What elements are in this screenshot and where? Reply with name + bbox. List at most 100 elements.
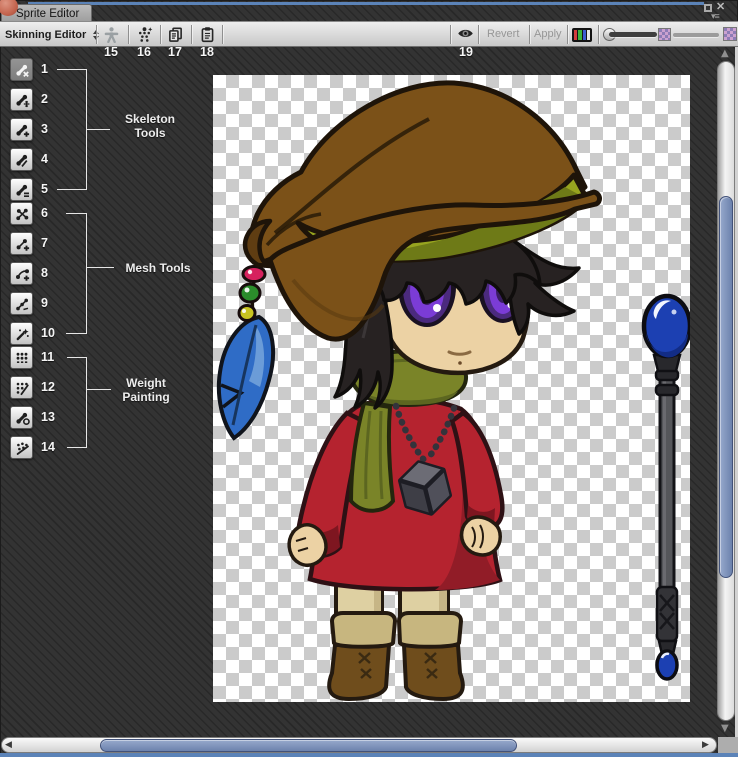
annotation-number: 9 bbox=[41, 296, 48, 310]
tool-button-edit-joints[interactable] bbox=[10, 88, 33, 111]
mip-large-icon bbox=[723, 27, 737, 41]
eye-icon bbox=[457, 26, 474, 43]
annotation-bracket bbox=[57, 69, 87, 190]
weight-brush-icon bbox=[14, 410, 30, 426]
annotation-number: 1 bbox=[41, 62, 48, 76]
create-bone-icon bbox=[14, 122, 30, 138]
tool-button-bone-influence[interactable] bbox=[10, 436, 33, 459]
annotation-number: 16 bbox=[133, 45, 155, 59]
edit-joints-icon bbox=[14, 92, 30, 108]
toolbar-separator bbox=[128, 25, 129, 44]
tool-button-auto-geometry[interactable] bbox=[10, 322, 33, 345]
focus-accent-line bbox=[28, 2, 704, 5]
toolbar-separator bbox=[222, 25, 223, 44]
dress bbox=[298, 399, 502, 590]
split-edge-icon bbox=[14, 296, 30, 312]
sprite-editor-window: Sprite Editor ✕ ▾≡ Skinning Editor Rever… bbox=[0, 0, 738, 757]
zoom-slider-track[interactable] bbox=[609, 32, 657, 37]
annotation-number: 14 bbox=[41, 440, 55, 454]
annotation-number: 7 bbox=[41, 236, 48, 250]
paste-icon bbox=[199, 26, 216, 43]
annotation-number: 3 bbox=[41, 122, 48, 136]
annotation-number: 13 bbox=[41, 410, 55, 424]
tool-button-reparent-bone[interactable] bbox=[10, 178, 33, 201]
toolbar-separator bbox=[529, 25, 530, 44]
annotation-bracket-stub bbox=[87, 267, 114, 268]
tool-button-create-edge[interactable] bbox=[10, 262, 33, 285]
create-edge-icon bbox=[14, 266, 30, 282]
tool-group-label: Mesh Tools bbox=[114, 261, 202, 275]
mode-dropdown[interactable]: Skinning Editor bbox=[5, 26, 99, 43]
visibility-eye-button[interactable] bbox=[456, 26, 474, 43]
canvas-viewport[interactable] bbox=[213, 75, 690, 702]
annotation-number: 8 bbox=[41, 266, 48, 280]
generate-skin-button[interactable] bbox=[135, 26, 153, 43]
rgb-alpha-toggle-button[interactable] bbox=[572, 28, 592, 42]
window-title: Sprite Editor bbox=[16, 8, 79, 20]
tool-button-weight-slider[interactable] bbox=[10, 376, 33, 399]
toolbar-separator bbox=[598, 25, 599, 44]
copy-icon bbox=[167, 26, 184, 43]
paste-button[interactable] bbox=[198, 26, 216, 43]
scroll-left-icon[interactable]: ◀ bbox=[5, 740, 12, 750]
annotation-number: 2 bbox=[41, 92, 48, 106]
toolbar: Skinning Editor Revert Apply bbox=[0, 21, 738, 47]
mip-slider-track[interactable] bbox=[673, 33, 719, 37]
auto-weights-icon bbox=[14, 350, 30, 366]
annotation-number: 17 bbox=[164, 45, 186, 59]
auto-geometry-icon bbox=[14, 326, 30, 342]
annotation-number: 5 bbox=[41, 182, 48, 196]
tool-button-create-vertex[interactable] bbox=[10, 232, 33, 255]
reparent-bone-icon bbox=[14, 182, 30, 198]
annotation-number: 10 bbox=[41, 326, 55, 340]
toolbar-separator bbox=[96, 25, 97, 44]
tool-button-create-bone[interactable] bbox=[10, 118, 33, 141]
bone-influence-icon bbox=[14, 440, 30, 456]
boots bbox=[329, 613, 463, 699]
scrollbar-corner bbox=[718, 737, 738, 753]
split-bone-icon bbox=[14, 152, 30, 168]
toolbar-separator bbox=[160, 25, 161, 44]
tool-group-label: SkeletonTools bbox=[104, 112, 196, 140]
annotation-number: 18 bbox=[196, 45, 218, 59]
window-menu-icon[interactable]: ▾≡ bbox=[711, 11, 719, 21]
annotation-number: 19 bbox=[456, 45, 476, 59]
mode-dropdown-label: Skinning Editor bbox=[5, 29, 86, 41]
annotation-number: 12 bbox=[41, 380, 55, 394]
vertical-scrollbar-thumb[interactable] bbox=[719, 196, 733, 578]
scroll-right-icon[interactable]: ▶ bbox=[702, 740, 709, 750]
tool-button-split-edge[interactable] bbox=[10, 292, 33, 315]
annotation-bracket bbox=[66, 213, 87, 334]
preview-pose-icon bbox=[14, 62, 30, 78]
tool-group-label: WeightPainting bbox=[104, 376, 188, 404]
create-vertex-icon bbox=[14, 236, 30, 252]
toolbar-separator bbox=[567, 25, 568, 44]
copy-button[interactable] bbox=[166, 26, 184, 43]
tool-button-auto-weights[interactable] bbox=[10, 346, 33, 369]
toolbar-separator bbox=[191, 25, 192, 44]
annotation-number: 4 bbox=[41, 152, 48, 166]
reset-pose-button[interactable] bbox=[102, 26, 120, 43]
tool-button-weight-brush[interactable] bbox=[10, 406, 33, 429]
tool-button-edit-geometry[interactable] bbox=[10, 202, 33, 225]
annotation-number: 11 bbox=[41, 350, 54, 364]
hat-feather bbox=[219, 260, 273, 438]
revert-button[interactable]: Revert bbox=[487, 28, 519, 40]
annotation-number: 15 bbox=[100, 45, 122, 59]
weight-slider-icon bbox=[14, 380, 30, 396]
tool-button-preview-pose[interactable] bbox=[10, 58, 33, 81]
annotation-number: 6 bbox=[41, 206, 48, 220]
tool-button-split-bone[interactable] bbox=[10, 148, 33, 171]
apply-button[interactable]: Apply bbox=[534, 28, 562, 40]
character-sprite bbox=[213, 75, 690, 702]
staff-sprite bbox=[644, 296, 690, 679]
toolbar-separator bbox=[478, 25, 479, 44]
mip-small-icon bbox=[658, 28, 671, 41]
focus-accent-line-bottom bbox=[0, 753, 738, 757]
horizontal-scrollbar-thumb[interactable] bbox=[100, 739, 517, 752]
toolbar-separator bbox=[450, 25, 451, 44]
reset-pose-icon bbox=[103, 26, 120, 43]
scroll-down-icon[interactable]: ▼ bbox=[721, 723, 729, 734]
generate-skin-icon bbox=[136, 26, 153, 43]
scroll-up-icon[interactable]: ▲ bbox=[721, 48, 729, 59]
